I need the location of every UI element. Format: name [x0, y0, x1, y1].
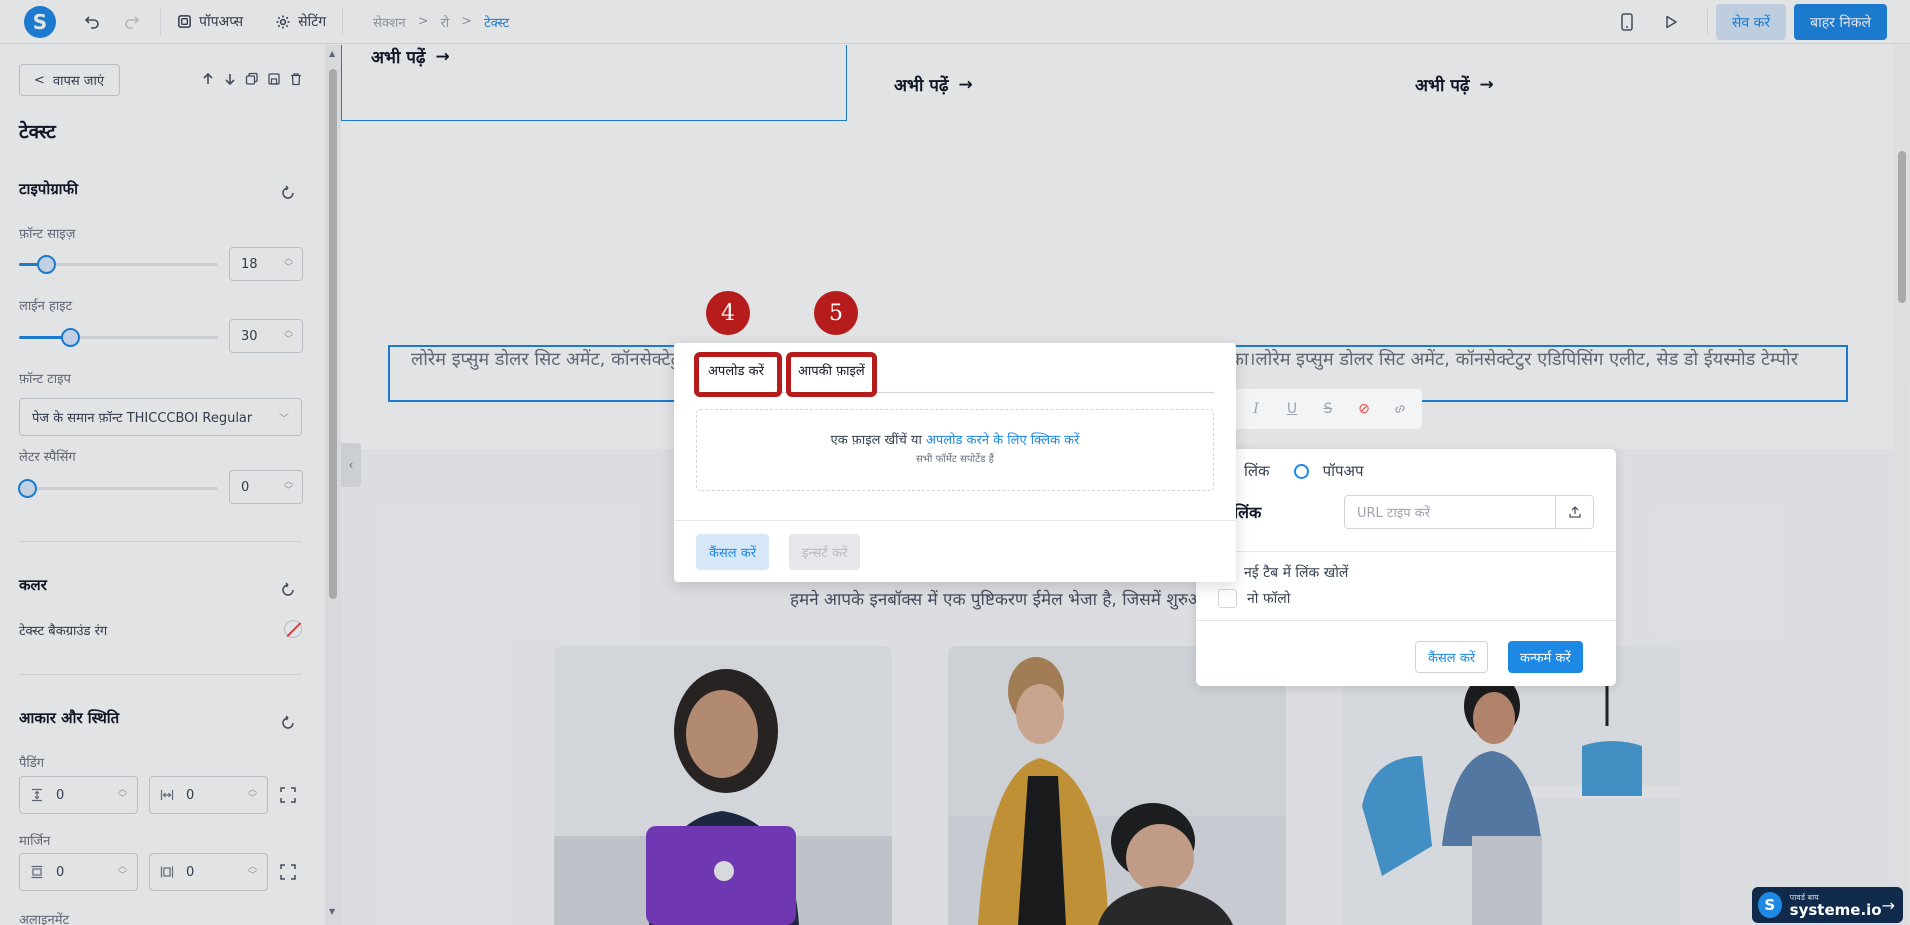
file-dropzone[interactable]: एक फ़ाइल खींचें या अपलोड करने के लिए क्ल… [696, 409, 1214, 491]
popup-radio[interactable] [1293, 463, 1309, 479]
popup-option-label[interactable]: पॉपअप [1323, 461, 1364, 481]
brand-label: systeme.io [1789, 901, 1882, 919]
no-color-icon[interactable]: ⊘ [1356, 401, 1372, 417]
powered-by-badge[interactable]: S पावर्ड बाय systeme.io → [1752, 887, 1903, 923]
upload-icon[interactable] [1555, 496, 1593, 528]
link-settings-popover: लिंक पॉपअप लिंक URL टाइप करें नई टैब में… [1196, 449, 1616, 686]
url-input[interactable]: URL टाइप करें [1344, 495, 1594, 529]
url-placeholder: URL टाइप करें [1357, 506, 1431, 521]
divider [1196, 551, 1616, 552]
link-confirm-button[interactable]: कन्फर्म करें [1508, 641, 1583, 673]
annotation-badge: 5 [814, 291, 858, 335]
nofollow-label: नो फॉलो [1247, 591, 1291, 607]
drop-instruction: एक फ़ाइल खींचें या [830, 433, 926, 448]
modal-cancel-button[interactable]: कैंसल करें [696, 534, 770, 570]
nofollow-checkbox[interactable] [1218, 589, 1237, 608]
arrow-right-icon: → [1881, 895, 1895, 915]
click-to-upload-link[interactable]: अपलोड करने के लिए क्लिक करें [926, 433, 1080, 448]
annotation-highlight [694, 352, 782, 397]
nofollow-row[interactable]: नो फॉलो [1218, 589, 1290, 608]
divider [1196, 620, 1616, 621]
link-icon[interactable] [1392, 401, 1408, 417]
text-format-toolbar: I U S ⊘ [1216, 389, 1422, 429]
url-label: लिंक [1234, 503, 1262, 522]
italic-icon[interactable]: I [1248, 401, 1264, 417]
link-option-label[interactable]: लिंक [1244, 461, 1270, 481]
new-tab-label[interactable]: नई टैब में लिंक खोलें [1244, 563, 1348, 582]
formats-supported-text: सभी फॉर्मेट सपोर्टेड हैं [916, 454, 994, 465]
link-type-options: लिंक पॉपअप [1244, 461, 1363, 481]
link-cancel-button[interactable]: कैंसल करें [1415, 641, 1489, 673]
underline-icon[interactable]: U [1284, 401, 1300, 417]
annotation-badge: 4 [706, 291, 750, 335]
powered-by-text: पावर्ड बाय systeme.io [1790, 892, 1882, 918]
systeme-logo-icon: S [1758, 892, 1782, 918]
strikethrough-icon[interactable]: S [1320, 401, 1336, 417]
annotation-highlight [786, 352, 877, 397]
modal-insert-button[interactable]: इन्सर्ट करें [789, 534, 861, 570]
divider [674, 520, 1236, 521]
dropzone-text: एक फ़ाइल खींचें या अपलोड करने के लिए क्ल… [697, 430, 1213, 448]
